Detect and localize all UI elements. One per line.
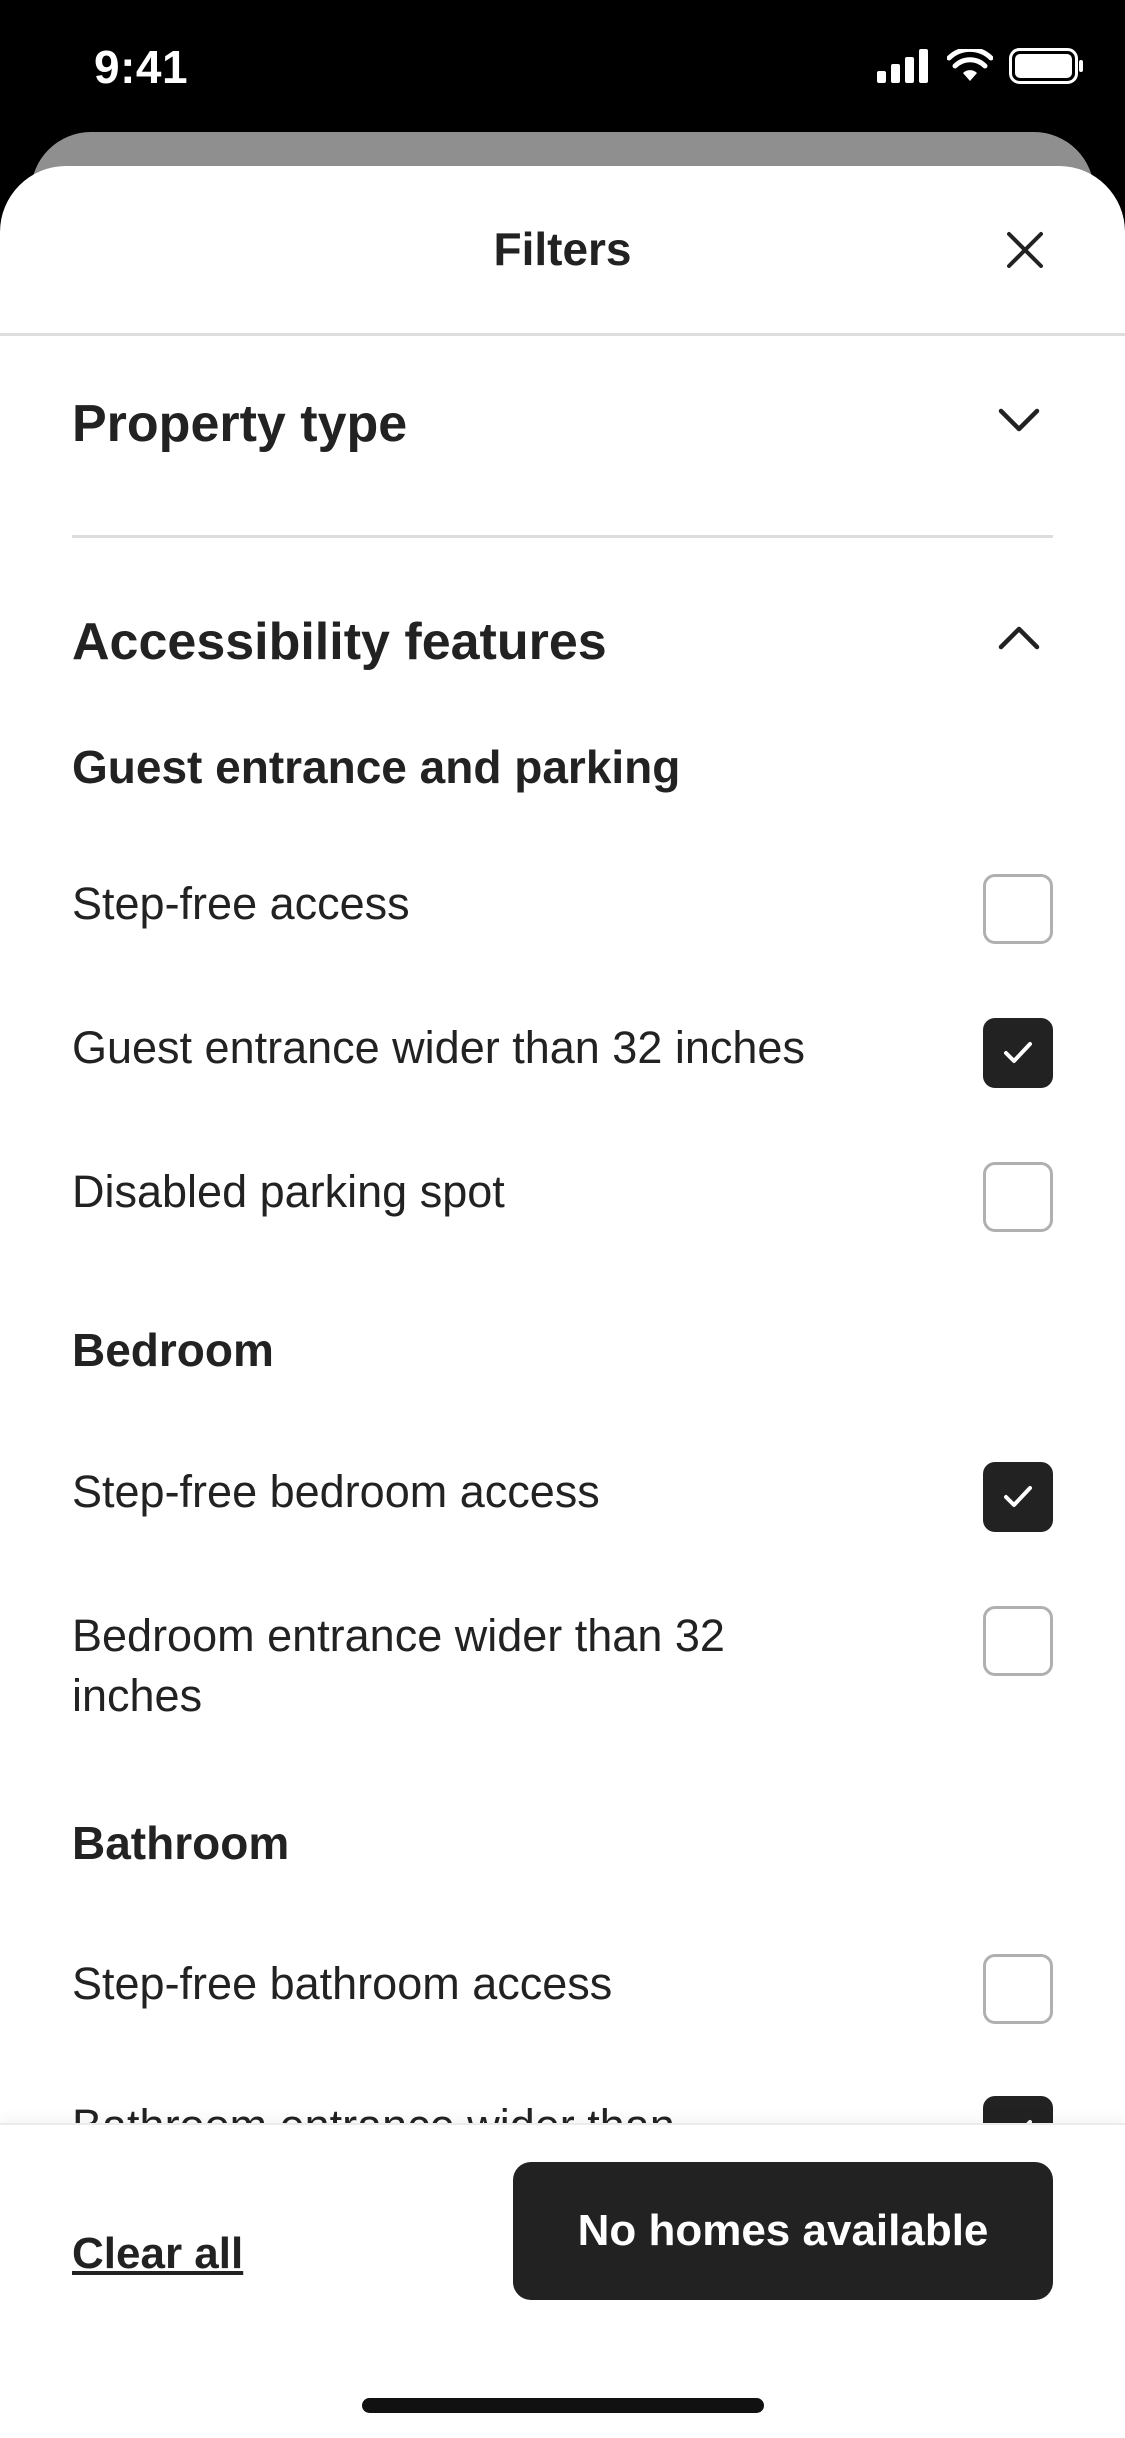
filters-sheet: Filters Property type Accessibility feat… [0, 166, 1125, 2436]
option-step-free-access[interactable]: Step-free access [72, 874, 1053, 944]
checkmark-icon [1004, 1486, 1032, 1507]
section-title: Property type [72, 395, 408, 453]
option-guest-entrance-wider[interactable]: Guest entrance wider than 32 inches [72, 1018, 1053, 1088]
status-bar: 9:41 [0, 0, 1125, 135]
checkbox[interactable] [983, 1954, 1053, 2024]
option-label: Step-free access [72, 878, 410, 929]
section-accessibility-features[interactable]: Accessibility features [72, 612, 1053, 682]
option-label: Guest entrance wider than 32 inches [72, 1022, 805, 1073]
group-heading-guest-entrance: Guest entrance and parking [72, 741, 681, 793]
option-label: Step-free bedroom access [72, 1466, 600, 1517]
option-label: Disabled parking spot [72, 1166, 505, 1217]
option-bedroom-entrance-wider[interactable]: Bedroom entrance wider than 32 inches [72, 1606, 1053, 1726]
status-icons [877, 48, 1085, 84]
section-title: Accessibility features [72, 613, 607, 671]
sheet-title: Filters [493, 223, 632, 275]
chevron-down-icon [998, 408, 1040, 432]
checkbox[interactable] [983, 1606, 1053, 1676]
option-label: Step-free bathroom access [72, 1958, 613, 2009]
home-indicator [362, 2398, 764, 2413]
checkmark-icon [1004, 1042, 1032, 1063]
clear-all-button[interactable]: Clear all [72, 2229, 243, 2279]
section-divider [72, 535, 1053, 538]
checkbox[interactable] [983, 1462, 1053, 1532]
show-homes-button[interactable]: No homes available [513, 2162, 1053, 2300]
close-icon [1007, 232, 1043, 268]
wifi-icon [947, 49, 993, 81]
option-step-free-bedroom[interactable]: Step-free bedroom access [72, 1462, 1053, 1532]
close-button[interactable] [1001, 226, 1049, 274]
checkbox[interactable] [983, 874, 1053, 944]
chevron-up-icon [998, 626, 1040, 650]
group-heading-bathroom: Bathroom [72, 1817, 290, 1869]
footer-bar: Clear all No homes available [0, 2123, 1125, 2438]
option-disabled-parking[interactable]: Disabled parking spot [72, 1162, 1053, 1232]
group-heading-bedroom: Bedroom [72, 1324, 274, 1376]
status-time: 9:41 [94, 41, 189, 93]
section-property-type[interactable]: Property type [72, 394, 1053, 464]
checkbox[interactable] [983, 1162, 1053, 1232]
battery-icon [1009, 48, 1083, 84]
option-label: Bedroom entrance wider than 32 inches [72, 1610, 725, 1721]
option-step-free-bathroom[interactable]: Step-free bathroom access [72, 1954, 1053, 2024]
cellular-signal-icon [877, 49, 928, 83]
sheet-header: Filters [0, 166, 1125, 336]
checkbox[interactable] [983, 1018, 1053, 1088]
